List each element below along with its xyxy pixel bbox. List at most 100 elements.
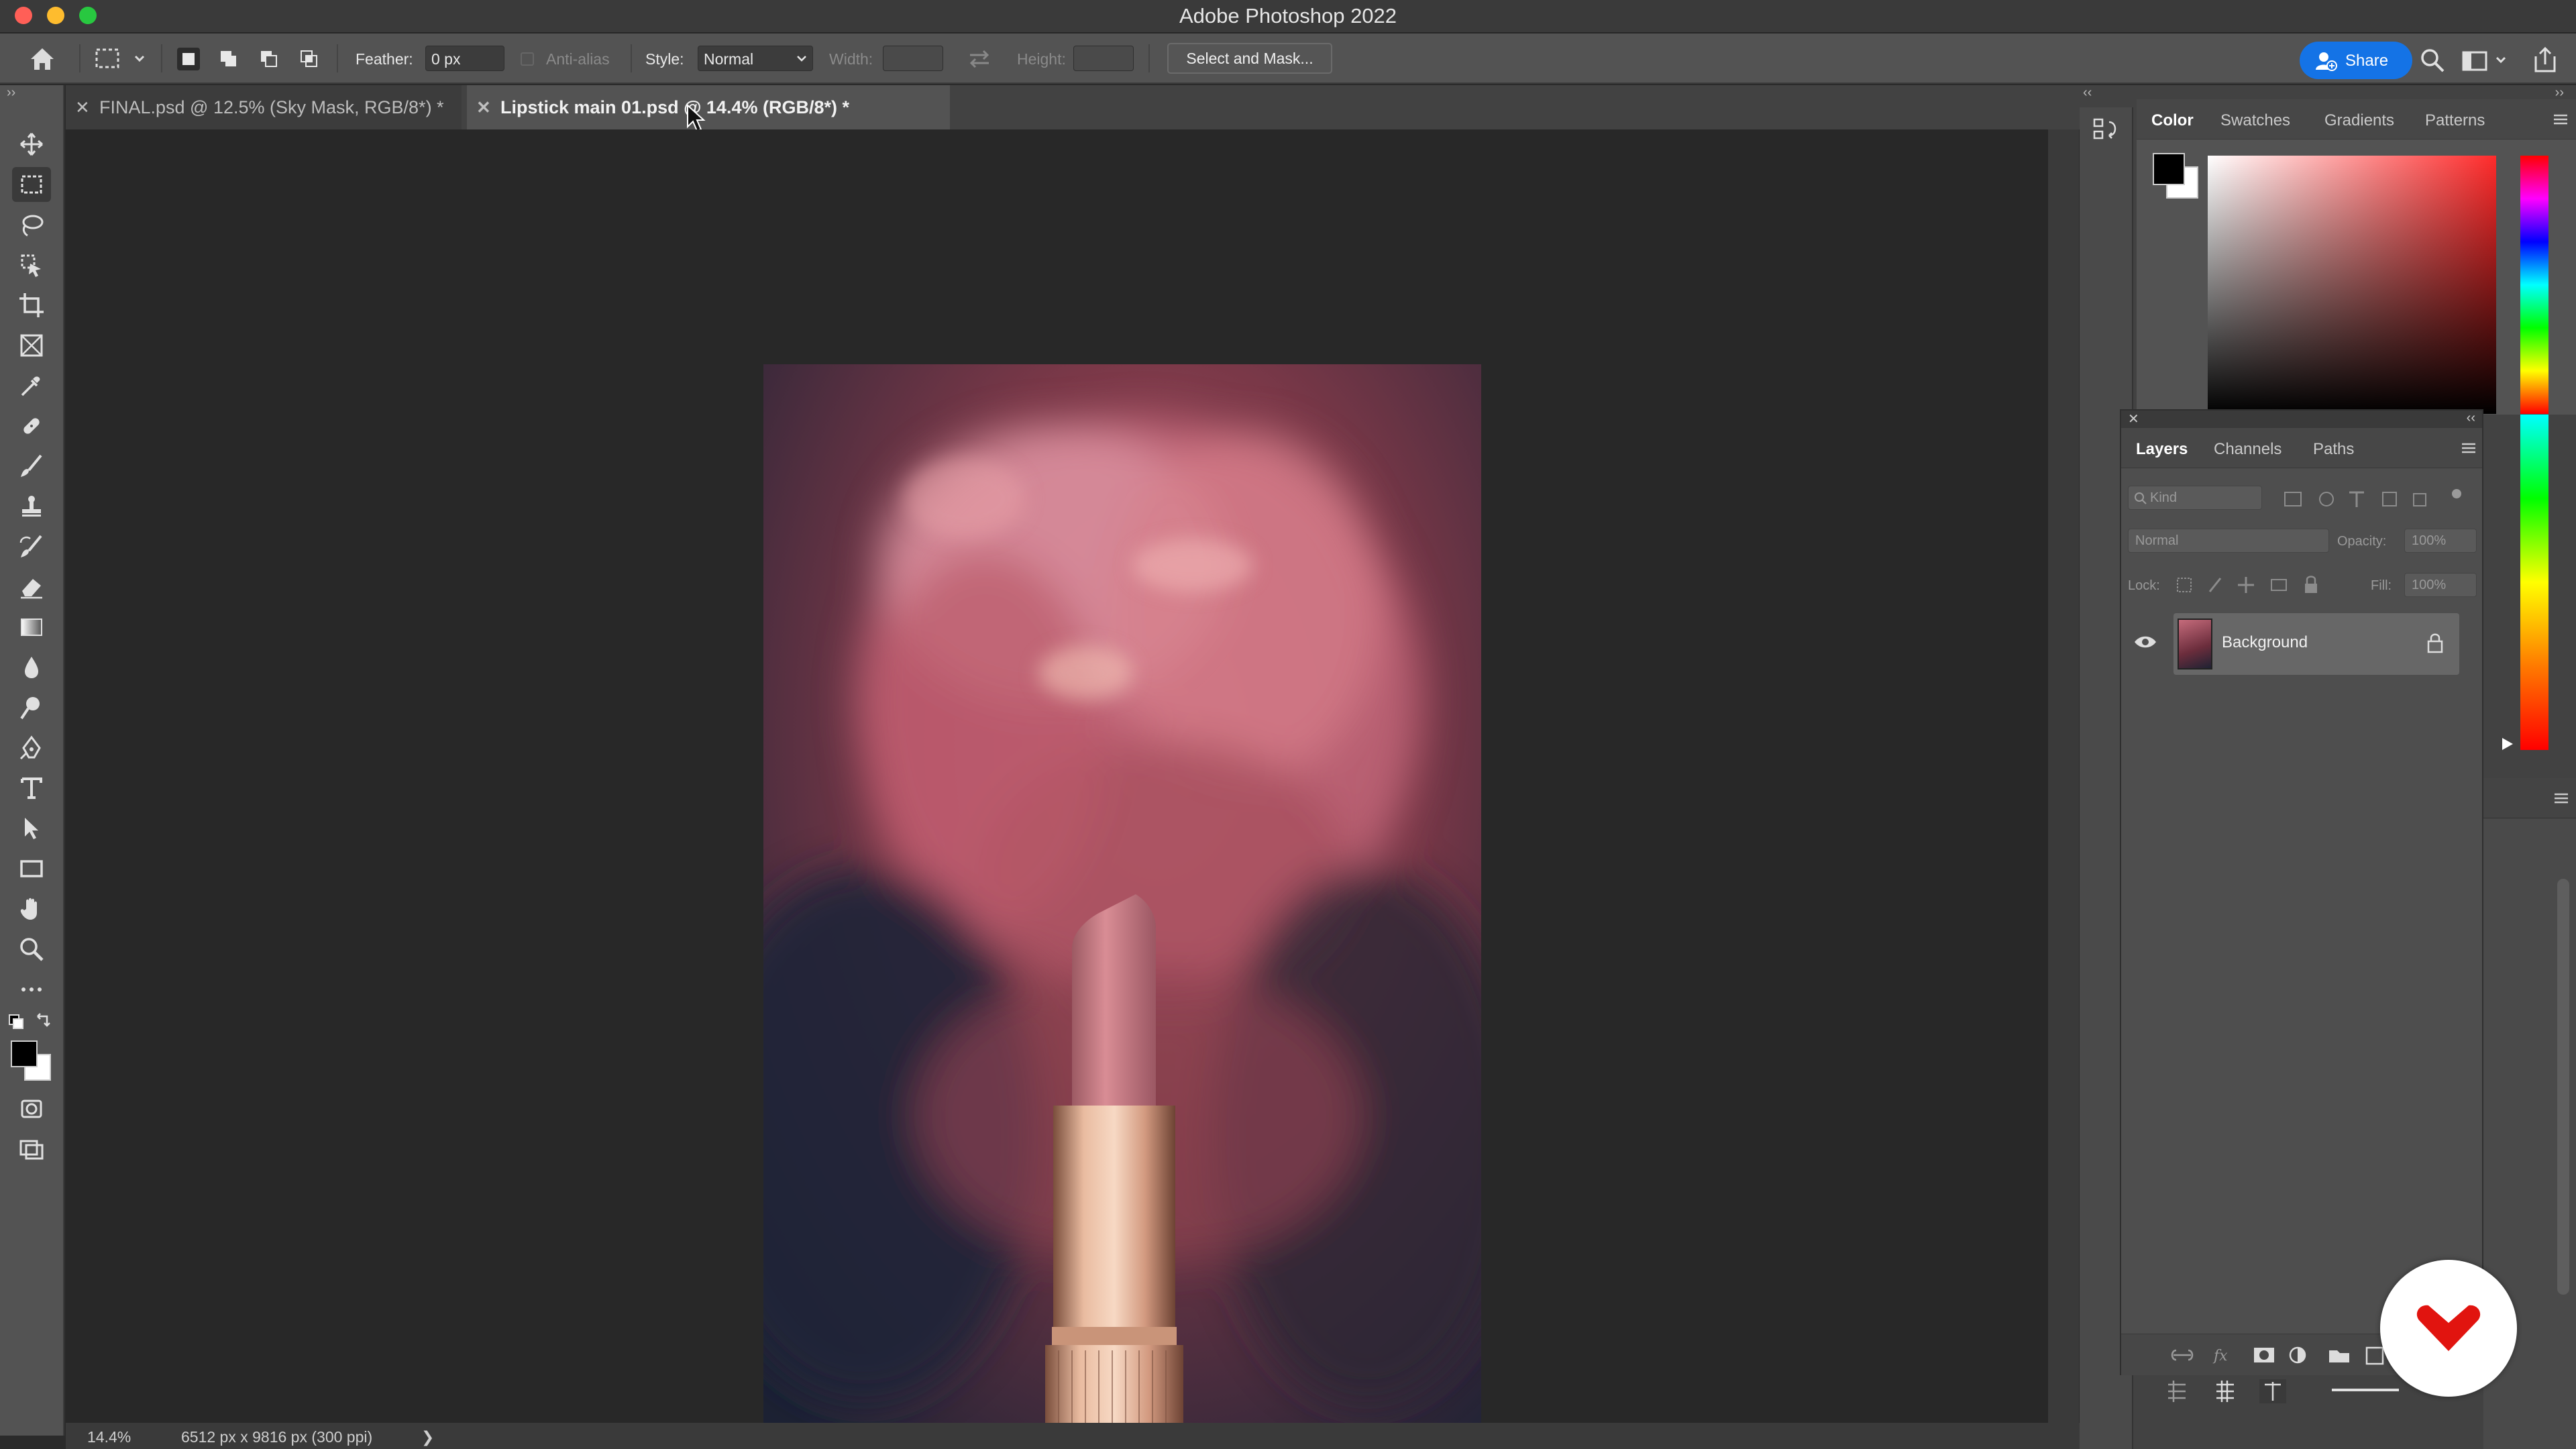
history-panel-button[interactable] xyxy=(2092,115,2121,145)
svg-text:fx: fx xyxy=(2212,1348,2228,1364)
close-panel-icon[interactable]: ✕ xyxy=(2128,411,2139,427)
edit-toolbar-button[interactable] xyxy=(12,972,51,1007)
hand-tool[interactable] xyxy=(12,892,51,926)
move-tool[interactable] xyxy=(12,127,51,162)
home-button[interactable] xyxy=(27,44,59,74)
rectangular-marquee-tool[interactable] xyxy=(12,167,51,202)
collapse-right-icon[interactable]: ›› xyxy=(2555,85,2564,101)
tab-lipstick-main[interactable]: ✕ Lipstick main 01.psd @ 14.4% (RGB/8*) … xyxy=(467,85,950,129)
blur-tool[interactable] xyxy=(12,650,51,685)
tab-final-psd[interactable]: ✕ FINAL.psd @ 12.5% (Sky Mask, RGB/8*) * xyxy=(66,85,462,129)
collapse-tools-icon[interactable]: ›› xyxy=(7,85,15,101)
lock-icon[interactable] xyxy=(2426,632,2445,655)
tab-color[interactable]: Color xyxy=(2151,111,2194,130)
workspace-switcher[interactable] xyxy=(2459,46,2513,75)
gradient-tool[interactable] xyxy=(12,610,51,645)
eraser-tool[interactable] xyxy=(12,570,51,604)
fill-input[interactable]: 100% xyxy=(2404,573,2477,597)
layer-name[interactable]: Background xyxy=(2222,633,2308,652)
subtract-selection-button[interactable] xyxy=(258,48,280,70)
panel-menu-icon[interactable] xyxy=(2553,792,2569,805)
lipstick-rose-photo xyxy=(763,364,1481,1448)
foreground-color-swatch[interactable] xyxy=(11,1040,38,1067)
zoom-level[interactable]: 14.4% xyxy=(87,1428,131,1446)
lasso-tool[interactable] xyxy=(12,207,51,242)
share-label: Share xyxy=(2345,52,2389,70)
panel-menu-icon[interactable] xyxy=(2553,113,2569,126)
close-tab-icon[interactable]: ✕ xyxy=(476,85,491,129)
height-input[interactable] xyxy=(1073,46,1134,71)
document-canvas[interactable] xyxy=(763,364,1481,1448)
eraser-icon xyxy=(21,579,42,599)
clone-stamp-tool[interactable] xyxy=(12,489,51,524)
export-button[interactable] xyxy=(2530,44,2560,75)
layer-filter-icons xyxy=(2284,489,2461,507)
close-tab-icon[interactable]: ✕ xyxy=(75,85,90,129)
new-selection-button[interactable] xyxy=(177,48,200,70)
feather-label: Feather: xyxy=(356,50,413,68)
collapse-left-icon[interactable]: ‹‹ xyxy=(2083,85,2092,101)
hue-slider-lower[interactable] xyxy=(2520,415,2548,750)
screen-mode-button[interactable] xyxy=(12,1132,51,1167)
chevron-down-icon xyxy=(797,56,806,62)
color-fg-swatch[interactable] xyxy=(2153,153,2185,185)
timeline-slider[interactable] xyxy=(2332,1389,2399,1391)
layer-footer-icons[interactable]: fx xyxy=(2171,1344,2412,1366)
swap-width-height-button[interactable] xyxy=(965,47,994,71)
stamp-icon xyxy=(22,496,41,517)
eye-icon[interactable] xyxy=(2133,633,2157,651)
tab-channels[interactable]: Channels xyxy=(2214,440,2282,459)
lock-buttons[interactable] xyxy=(2175,573,2336,597)
share-button[interactable]: Share xyxy=(2300,42,2412,79)
history-brush-tool[interactable] xyxy=(12,529,51,564)
opacity-label: Opacity: xyxy=(2337,534,2387,549)
dodge-tool[interactable] xyxy=(12,690,51,725)
type-tool[interactable] xyxy=(12,771,51,806)
app-title: Adobe Photoshop 2022 xyxy=(1179,4,1397,28)
width-input[interactable] xyxy=(883,46,943,71)
tab-patterns[interactable]: Patterns xyxy=(2425,111,2485,130)
tab-layers[interactable]: Layers xyxy=(2136,440,2188,459)
anti-alias-checkbox[interactable] xyxy=(521,52,534,66)
opacity-input[interactable]: 100% xyxy=(2404,529,2477,553)
timeline-controls[interactable] xyxy=(2160,1375,2294,1407)
status-menu-arrow[interactable]: ❯ xyxy=(421,1428,434,1446)
status-bar: 14.4% 6512 px x 9816 px (300 ppi) ❯ xyxy=(66,1423,2112,1449)
pen-tool[interactable] xyxy=(12,731,51,765)
path-selection-tool[interactable] xyxy=(12,811,51,846)
collapse-panel-icon[interactable]: ‹‹ xyxy=(2467,411,2475,426)
intersect-selection-button[interactable] xyxy=(298,48,321,70)
fg-bg-swatches[interactable] xyxy=(8,1038,54,1083)
layer-filter-select[interactable]: Kind xyxy=(2128,486,2262,510)
document-tabs: ✕ FINAL.psd @ 12.5% (Sky Mask, RGB/8*) *… xyxy=(66,85,2112,132)
layer-row-background[interactable]: Background xyxy=(2174,613,2459,675)
blend-mode-select[interactable]: Normal xyxy=(2128,529,2329,553)
export-icon xyxy=(2534,46,2556,72)
hue-slider[interactable] xyxy=(2520,156,2548,414)
add-selection-button[interactable] xyxy=(217,48,240,70)
rectangle-tool[interactable] xyxy=(12,851,51,886)
tab-gradients[interactable]: Gradients xyxy=(2324,111,2394,130)
brush-tool[interactable] xyxy=(12,449,51,484)
zoom-tool[interactable] xyxy=(12,932,51,967)
document-info[interactable]: 6512 px x 9816 px (300 ppi) xyxy=(181,1428,372,1446)
eyedropper-tool[interactable] xyxy=(12,368,51,403)
marquee-preset-picker[interactable] xyxy=(94,46,154,72)
style-select[interactable]: Normal xyxy=(698,46,813,71)
frame-tool[interactable] xyxy=(12,328,51,363)
color-swap-controls[interactable] xyxy=(8,1011,56,1031)
canvas-area[interactable] xyxy=(66,129,2048,1448)
crop-tool[interactable] xyxy=(12,288,51,323)
object-selection-tool[interactable] xyxy=(12,248,51,282)
tab-swatches[interactable]: Swatches xyxy=(2220,111,2290,130)
panel-menu-icon[interactable] xyxy=(2461,441,2477,455)
tab-paths[interactable]: Paths xyxy=(2313,440,2354,459)
scrollbar-thumb[interactable] xyxy=(2557,879,2569,1295)
color-field[interactable] xyxy=(2208,156,2496,414)
move-icon xyxy=(20,133,43,156)
healing-brush-tool[interactable] xyxy=(12,409,51,443)
select-and-mask-button[interactable]: Select and Mask... xyxy=(1167,43,1332,74)
search-button[interactable] xyxy=(2418,46,2447,75)
feather-input[interactable]: 0 px xyxy=(425,46,504,71)
quick-mask-button[interactable] xyxy=(12,1091,51,1126)
